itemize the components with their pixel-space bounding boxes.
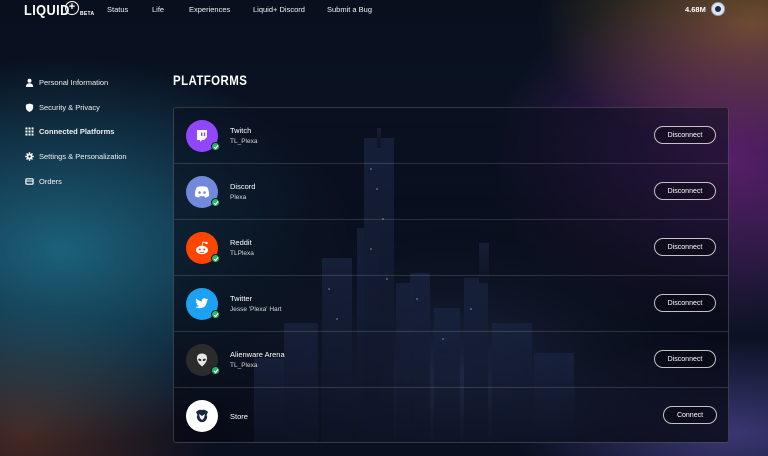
nav-liquid-discord[interactable]: Liquid+ Discord: [253, 5, 305, 14]
person-icon: [25, 78, 34, 87]
sidebar-item-label: Security & Privacy: [39, 102, 100, 112]
platform-username: Jesse 'Plexa' Hart: [230, 306, 282, 313]
sidebar-item-orders[interactable]: Orders: [25, 175, 62, 187]
page-title: PLATFORMS: [173, 72, 248, 88]
grid-icon: [25, 126, 34, 136]
sidebar-item-label: Connected Platforms: [39, 126, 115, 136]
logo-text: LIQUID: [24, 2, 70, 19]
beta-badge: BETA: [80, 11, 95, 17]
platform-row-reddit: Reddit TLPlexa Disconnect: [174, 220, 728, 276]
sidebar-item-connected-platforms[interactable]: Connected Platforms: [25, 125, 114, 137]
connected-check-icon: [211, 198, 220, 207]
platform-username: TL_Plexa: [230, 362, 258, 369]
platform-row-twitch: Twitch TL_Plexa Disconnect: [174, 108, 728, 164]
platform-name: Alienware Arena: [230, 350, 285, 359]
disconnect-button[interactable]: Disconnect: [654, 126, 716, 144]
disconnect-button[interactable]: Disconnect: [654, 182, 716, 200]
nav-life[interactable]: Life: [152, 5, 164, 14]
balance-amount: 4.68M: [685, 5, 706, 14]
sidebar-item-security-privacy[interactable]: Security & Privacy: [25, 101, 100, 113]
platform-name: Discord: [230, 182, 256, 191]
platform-row-twitter: Twitter Jesse 'Plexa' Hart Disconnect: [174, 276, 728, 332]
connected-check-icon: [211, 310, 220, 319]
sidebar-item-personal-information[interactable]: Personal Information: [25, 76, 108, 88]
gear-icon: [25, 151, 34, 161]
platform-username: TLPlexa: [230, 250, 254, 257]
connected-check-icon: [211, 142, 220, 151]
connected-check-icon: [211, 254, 220, 263]
platform-name: Twitch: [230, 126, 252, 135]
user-avatar[interactable]: [711, 2, 725, 16]
nav-status[interactable]: Status: [107, 5, 128, 14]
connect-button[interactable]: Connect: [663, 406, 717, 424]
sidebar-item-label: Orders: [39, 176, 62, 186]
connected-check-icon: [211, 366, 220, 375]
platform-username: TL_Plexa: [230, 138, 258, 145]
disconnect-button[interactable]: Disconnect: [654, 294, 716, 312]
shield-icon: [25, 102, 34, 112]
disconnect-button[interactable]: Disconnect: [654, 238, 716, 256]
platform-row-alienware-arena: Alienware Arena TL_Plexa Disconnect: [174, 332, 728, 388]
platform-name: Reddit: [230, 238, 252, 247]
disconnect-button[interactable]: Disconnect: [654, 350, 716, 368]
sidebar-item-label: Settings & Personalization: [39, 151, 127, 161]
liquid-logo[interactable]: LIQUID + BETA: [24, 0, 94, 20]
sidebar-item-label: Personal Information: [39, 77, 109, 87]
cart-icon: [25, 177, 34, 186]
top-nav-bar: LIQUID + BETA Status Life Experiences Li…: [0, 0, 768, 22]
platform-username: Plexa: [230, 194, 247, 201]
logo-plus-icon: +: [65, 1, 79, 15]
platform-name: Store: [230, 412, 248, 421]
nav-submit-bug[interactable]: Submit a Bug: [327, 5, 372, 14]
platform-name: Twitter: [230, 294, 253, 303]
platform-row-discord: Discord Plexa Disconnect: [174, 164, 728, 220]
store-icon: [186, 400, 218, 432]
nav-experiences[interactable]: Experiences: [189, 5, 230, 14]
platform-row-store: Store Connect: [174, 388, 728, 442]
sidebar-item-settings-personalization[interactable]: Settings & Personalization: [25, 150, 127, 162]
platforms-panel: Twitch TL_Plexa Disconnect Discord Plexa…: [173, 107, 729, 443]
